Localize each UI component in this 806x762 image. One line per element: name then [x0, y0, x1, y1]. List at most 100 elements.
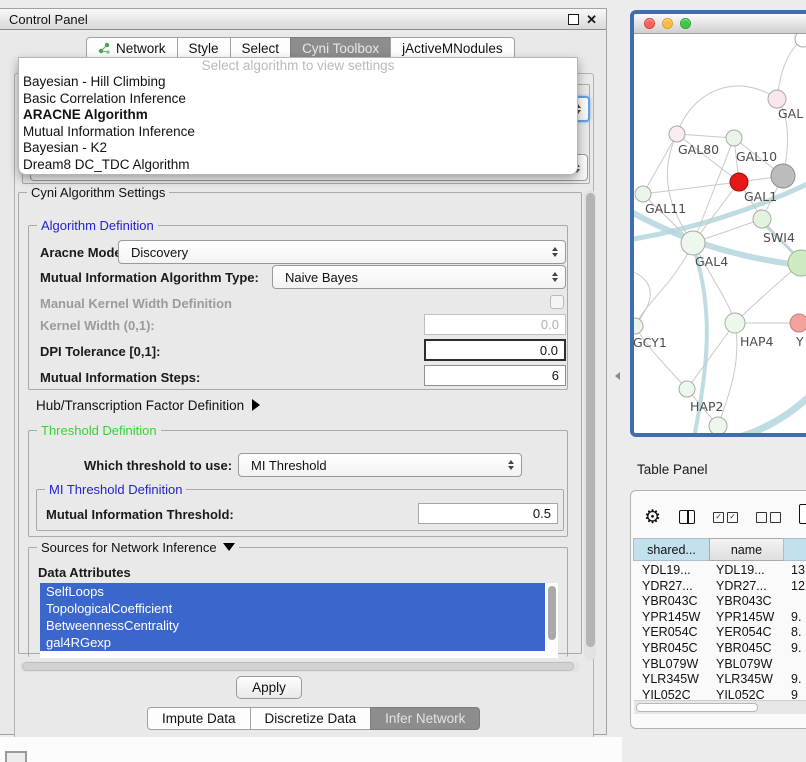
table-row[interactable]: YIL052CYIL052C9 — [634, 687, 806, 700]
hub-factor-label: Hub/Transcription Factor Definition — [36, 398, 244, 413]
dpi-tolerance-field[interactable]: 0.0 — [424, 339, 566, 361]
attribute-list-item[interactable]: gal4RGexp — [40, 634, 545, 651]
table-row[interactable]: YBL079WYBL079W — [634, 656, 806, 672]
combo-stepper-icon — [552, 272, 558, 282]
table-row[interactable]: YER054CYER054C8. — [634, 624, 806, 640]
network-node[interactable] — [635, 186, 651, 202]
attribute-list-item[interactable]: BetweennessCentrality — [40, 617, 545, 634]
tab-network-label: Network — [116, 41, 166, 56]
column-header-third[interactable] — [783, 538, 806, 561]
close-traffic-light[interactable] — [644, 18, 655, 29]
dropdown-item[interactable]: Bayesian - K2 — [19, 140, 577, 157]
algorithm-dropdown-popup: Select algorithm to view settings Bayesi… — [18, 57, 578, 175]
network-edge[interactable] — [643, 182, 739, 194]
dropdown-item[interactable]: ARACNE Algorithm — [19, 107, 577, 124]
dropdown-item[interactable]: Mutual Information Inference — [19, 124, 577, 141]
which-threshold-combo[interactable]: MI Threshold — [238, 453, 522, 477]
network-node[interactable] — [681, 231, 705, 255]
attributes-scrollbar-thumb[interactable] — [548, 586, 556, 640]
close-icon[interactable]: ✕ — [586, 13, 597, 26]
network-icon — [98, 42, 111, 55]
mi-threshold-field[interactable]: 0.5 — [418, 503, 558, 524]
dropdown-item-list: Bayesian - Hill ClimbingBasic Correlatio… — [19, 74, 577, 173]
network-graph: GALGAL80GAL10GAL1GAL11SWI4GAL4GCY1HAP4YH… — [634, 34, 806, 434]
sources-toggle[interactable]: Sources for Network Inference — [37, 540, 239, 555]
settings-vscroll-thumb[interactable] — [586, 193, 595, 647]
kernel-width-field[interactable]: 0.0 — [424, 314, 566, 335]
gear-icon[interactable]: ⚙ — [644, 508, 661, 527]
panel-splitter-handle[interactable] — [615, 372, 620, 380]
column-header-name[interactable]: name — [709, 538, 784, 561]
network-node[interactable] — [753, 210, 771, 228]
network-node-label: GAL — [778, 106, 803, 121]
control-panel-title: Control Panel — [9, 12, 88, 27]
table-row[interactable]: YDR27...YDR27...12 — [634, 578, 806, 594]
attribute-list-item[interactable]: TopologicalCoefficient — [40, 600, 545, 617]
mi-steps-field[interactable]: 6 — [424, 365, 566, 386]
combo-stepper-icon — [552, 247, 558, 257]
network-node[interactable] — [634, 318, 643, 334]
attribute-list-item[interactable]: SelfLoops — [40, 583, 545, 600]
settings-horizontal-scrollbar[interactable] — [20, 661, 580, 672]
network-node[interactable] — [709, 417, 727, 434]
network-canvas[interactable]: GALGAL80GAL10GAL1GAL11SWI4GAL4GCY1HAP4YH… — [634, 34, 806, 434]
network-node[interactable] — [726, 130, 742, 146]
bottom-tabs: Impute Data Discretize Data Infer Networ… — [147, 707, 480, 730]
expanded-arrow-icon — [223, 543, 235, 551]
hub-factor-toggle[interactable]: Hub/Transcription Factor Definition — [36, 398, 260, 413]
network-node-label: SWI4 — [763, 230, 795, 245]
table-horizontal-scrollbar[interactable] — [634, 700, 806, 714]
settings-hscroll-thumb[interactable] — [22, 662, 574, 671]
manual-kernel-checkbox[interactable] — [550, 295, 564, 309]
network-node[interactable] — [725, 313, 745, 333]
network-node-label: Y — [795, 334, 804, 349]
network-edge[interactable] — [687, 323, 735, 389]
dropdown-item[interactable]: Bayesian - Hill Climbing — [19, 74, 577, 91]
network-node[interactable] — [771, 164, 795, 188]
split-view-icon[interactable] — [679, 510, 695, 524]
table-row[interactable]: YDL19...YDL19...13 — [634, 562, 806, 578]
float-window-icon[interactable] — [568, 14, 579, 25]
desktop: Control Panel ✕ Network Style Select Cyn — [0, 0, 806, 762]
dropdown-item[interactable]: Dream8 DC_TDC Algorithm — [19, 157, 577, 174]
network-edge[interactable] — [677, 134, 734, 138]
minimized-panel-handle[interactable] — [5, 751, 27, 762]
network-node[interactable] — [679, 381, 695, 397]
network-node-label: GAL1 — [744, 189, 777, 204]
deselect-columns-icon[interactable] — [756, 512, 781, 523]
combo-stepper-icon — [508, 460, 514, 470]
network-edge[interactable] — [677, 86, 777, 134]
mi-threshold-title: MI Threshold Definition — [45, 482, 186, 497]
table-header-row: shared... name — [634, 538, 806, 561]
tab-impute-data[interactable]: Impute Data — [147, 707, 251, 730]
table-row[interactable]: YPR145WYPR145W9. — [634, 609, 806, 625]
table-hscroll-thumb[interactable] — [636, 703, 758, 712]
cyni-settings-title: Cyni Algorithm Settings — [27, 185, 169, 200]
network-node-label: GCY1 — [634, 335, 667, 350]
tab-discretize-data[interactable]: Discretize Data — [250, 707, 372, 730]
network-edge[interactable] — [777, 39, 803, 99]
column-sheet-icon[interactable] — [799, 504, 806, 524]
network-edge[interactable] — [643, 134, 677, 194]
table-row[interactable]: YBR045CYBR045C9. — [634, 640, 806, 656]
table-row[interactable]: YBR043CYBR043C — [634, 593, 806, 609]
network-node[interactable] — [790, 314, 806, 332]
select-columns-icon[interactable]: ✓✓ — [713, 512, 738, 523]
network-node-label: HAP4 — [740, 334, 773, 349]
aracne-mode-combo[interactable]: Discovery — [118, 240, 566, 264]
network-view-window[interactable]: GALGAL80GAL10GAL1GAL11SWI4GAL4GCY1HAP4YH… — [630, 10, 806, 437]
mi-type-combo[interactable]: Naive Bayes — [272, 265, 566, 289]
mi-steps-label: Mutual Information Steps: — [40, 370, 200, 385]
threshold-definition-title: Threshold Definition — [37, 423, 161, 438]
dpi-tolerance-label: DPI Tolerance [0,1]: — [40, 344, 160, 359]
collapsed-arrow-icon — [252, 399, 260, 411]
table-row[interactable]: YLR345WYLR345W9. — [634, 671, 806, 687]
zoom-traffic-light[interactable] — [680, 18, 691, 29]
settings-vertical-scrollbar[interactable] — [584, 190, 596, 660]
apply-button[interactable]: Apply — [236, 676, 302, 699]
tab-infer-network[interactable]: Infer Network — [370, 707, 480, 730]
minimize-traffic-light[interactable] — [662, 18, 673, 29]
dropdown-item[interactable]: Basic Correlation Inference — [19, 91, 577, 108]
network-node[interactable] — [669, 126, 685, 142]
column-header-shared[interactable]: shared... — [633, 538, 710, 561]
